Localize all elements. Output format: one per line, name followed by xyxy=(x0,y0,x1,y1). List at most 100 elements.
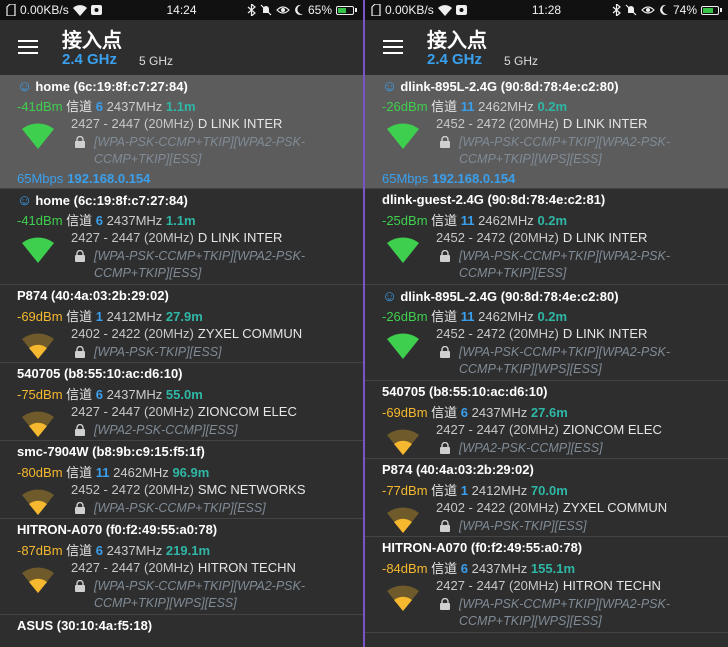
ap-signal-row: -69dBm 信道 1 2412MHz 27.9m xyxy=(17,306,203,325)
ap-vendor: D LINK INTER xyxy=(197,230,283,245)
ap-frequency: 2437MHz xyxy=(106,99,163,114)
ap-bssid: (40:4a:03:2b:29:02) xyxy=(416,462,534,477)
ap-frequency: 2437MHz xyxy=(471,561,528,576)
ap-channel-label: 信道 xyxy=(431,561,458,576)
ap-vendor: ZIONCOM ELEC xyxy=(197,404,297,419)
lock-icon xyxy=(75,502,85,514)
ap-security: [WPA2-PSK-CCMP][ESS] xyxy=(459,441,603,455)
menu-icon[interactable] xyxy=(18,40,38,54)
ap-range: 2427 - 2447 (20MHz) HITRON TECHN xyxy=(71,560,296,575)
moon-icon xyxy=(660,4,668,15)
tab-2-4ghz[interactable]: 2.4 GHz xyxy=(427,51,482,68)
ap-bssid: (f0:f2:49:55:a0:78) xyxy=(470,540,583,555)
ap-bssid: (90:8d:78:4e:c2:80) xyxy=(500,79,619,94)
ap-title-row: ☺ dlink-895L-2.4G (90:8d:78:4e:c2:80) xyxy=(382,288,619,305)
ip-address: 192.168.0.154 xyxy=(67,171,151,186)
ap-signal-row: -41dBm 信道 6 2437MHz 1.1m xyxy=(17,210,196,229)
wifi-strong-icon xyxy=(387,237,419,263)
ap-bssid: (90:8d:78:4e:c2:81) xyxy=(487,192,606,207)
access-point-item[interactable]: 540705 (b8:55:10:ac:d6:10) -75dBm 信道 6 24… xyxy=(0,363,363,441)
ap-range-value: 2427 - 2447 xyxy=(71,560,141,575)
access-point-item[interactable]: ☺ home (6c:19:8f:c7:27:84) -41dBm 信道 6 243… xyxy=(0,189,363,285)
access-point-item[interactable]: P874 (40:4a:03:2b:29:02) -77dBm 信道 1 2412… xyxy=(365,459,728,537)
ap-ssid: dlink-guest-2.4G xyxy=(382,192,484,207)
ap-width: (20MHz) xyxy=(509,578,559,593)
tab-5ghz[interactable]: 5 GHz xyxy=(139,54,173,68)
tab-2-4ghz[interactable]: 2.4 GHz xyxy=(62,51,117,68)
battery-fill xyxy=(338,7,347,13)
wifi-weak-icon xyxy=(22,411,54,437)
ap-distance: 96.9m xyxy=(172,465,210,480)
lock-icon xyxy=(75,346,85,358)
access-point-item[interactable]: dlink-guest-2.4G (90:8d:78:4e:c2:81) -25d… xyxy=(365,189,728,285)
ap-channel-label: 信道 xyxy=(66,213,93,228)
ap-width: (20MHz) xyxy=(509,116,559,131)
access-point-item[interactable]: HITRON-A070 (f0:f2:49:55:a0:78) -87dBm 信道… xyxy=(0,519,363,615)
ap-signal-row: -25dBm 信道 11 2462MHz 0.2m xyxy=(382,210,567,229)
ap-vendor: D LINK INTER xyxy=(562,116,648,131)
ap-bssid: (40:4a:03:2b:29:02) xyxy=(51,288,169,303)
access-point-item[interactable]: 540705 (b8:55:10:ac:d6:10) -69dBm 信道 6 24… xyxy=(365,381,728,459)
wifi-weak-icon xyxy=(22,489,54,515)
ap-ssid: smc-7904W xyxy=(17,444,89,459)
ap-distance: 0.2m xyxy=(537,213,568,228)
ap-ssid: 540705 xyxy=(17,366,61,381)
ap-title-row: HITRON-A070 (f0:f2:49:55:a0:78) xyxy=(382,540,582,555)
ap-title-row: ☺ home (6c:19:8f:c7:27:84) xyxy=(17,78,188,95)
ap-vendor: D LINK INTER xyxy=(562,326,648,341)
ap-ssid: ASUS xyxy=(17,618,54,633)
access-point-item[interactable]: ASUS (30:10:4a:f5:18) xyxy=(0,615,363,647)
ap-dbm: -26dBm xyxy=(382,309,428,324)
page-title: 接入点 xyxy=(62,30,122,52)
wifi-weak-icon xyxy=(387,585,419,611)
access-point-item[interactable]: P874 (40:4a:03:2b:29:02) -69dBm 信道 1 2412… xyxy=(0,285,363,363)
ap-frequency: 2437MHz xyxy=(106,387,163,402)
ap-ssid: P874 xyxy=(382,462,413,477)
ap-vendor: HITRON TECHN xyxy=(197,560,296,575)
lock-icon xyxy=(75,424,85,436)
ap-range-value: 2427 - 2447 xyxy=(71,116,141,131)
lock-icon xyxy=(440,442,450,454)
ap-bssid: (6c:19:8f:c7:27:84) xyxy=(73,79,188,94)
tab-5ghz[interactable]: 5 GHz xyxy=(504,54,538,68)
battery-shell xyxy=(701,5,719,15)
connected-network[interactable]: ☺ dlink-895L-2.4G (90:8d:78:4e:c2:80) -26d… xyxy=(365,75,728,189)
ap-width: (20MHz) xyxy=(509,326,559,341)
screen-2: 0.00KB/s 11:28 74% 接入点 2.4 GHz 5 GHz ☺ dlink-89… xyxy=(365,0,728,647)
battery-shell xyxy=(336,5,354,15)
ap-width: (20MHz) xyxy=(144,230,194,245)
menu-bar xyxy=(18,46,38,48)
ap-dbm: -26dBm xyxy=(382,99,428,114)
access-point-item[interactable]: HITRON-A070 (f0:f2:49:55:a0:78) -84dBm 信道… xyxy=(365,537,728,633)
ap-security: [WPA-PSK-TKIP][ESS] xyxy=(94,345,222,359)
access-point-item[interactable]: smc-7904W (b8:9b:c9:15:f5:1f) -80dBm 信道 1… xyxy=(0,441,363,519)
battery-percent: 74% xyxy=(672,3,697,17)
wifi-strong-icon xyxy=(22,123,54,149)
page-title: 接入点 xyxy=(427,30,487,52)
menu-bar xyxy=(383,52,403,54)
ap-vendor: D LINK INTER xyxy=(562,230,648,245)
status-right: 65% xyxy=(247,3,357,17)
status-bar: 0.00KB/s 14:24 65% xyxy=(0,0,363,20)
ap-frequency: 2437MHz xyxy=(106,543,163,558)
screen-1: 0.00KB/s 14:24 65% 接入点 2.4 GHz 5 GHz ☺ home (6c… xyxy=(0,0,363,647)
ap-channel: 6 xyxy=(460,405,469,420)
connected-network[interactable]: ☺ home (6c:19:8f:c7:27:84) -41dBm 信道 6 243… xyxy=(0,75,363,189)
ap-channel-label: 信道 xyxy=(431,99,458,114)
ap-frequency: 2437MHz xyxy=(471,405,528,420)
ap-security: [WPA-PSK-CCMP+TKIP][WPA2-PSK-CCMP+TKIP][… xyxy=(459,249,671,280)
ap-security: [WPA-PSK-CCMP+TKIP][WPA2-PSK-CCMP+TKIP][… xyxy=(459,135,671,166)
ap-title-row: dlink-guest-2.4G (90:8d:78:4e:c2:81) xyxy=(382,192,605,207)
ap-bssid: (30:10:4a:f5:18) xyxy=(56,618,153,633)
access-point-item[interactable]: ☺ dlink-895L-2.4G (90:8d:78:4e:c2:80) -26d… xyxy=(365,285,728,381)
menu-bar xyxy=(383,40,403,42)
wifi-weak-icon xyxy=(22,567,54,593)
access-point-list: ☺ dlink-895L-2.4G (90:8d:78:4e:c2:80) -26d… xyxy=(365,75,728,647)
ap-width: (20MHz) xyxy=(509,230,559,245)
ap-channel: 1 xyxy=(460,483,469,498)
wifi-strong-icon xyxy=(22,237,54,263)
ap-bssid: (90:8d:78:4e:c2:80) xyxy=(500,289,619,304)
menu-icon[interactable] xyxy=(383,40,403,54)
ap-frequency: 2462MHz xyxy=(478,99,534,114)
bluetooth-icon xyxy=(247,4,256,16)
